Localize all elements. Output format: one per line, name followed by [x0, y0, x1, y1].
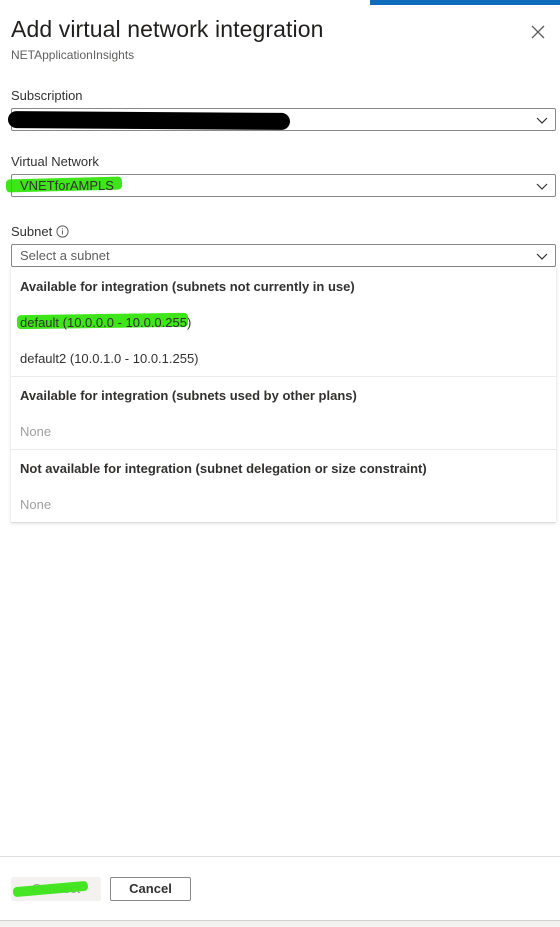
virtual-network-value: VNETforAMPLS — [20, 178, 114, 193]
add-vnet-integration-panel: Add virtual network integration NETAppli… — [0, 0, 560, 927]
info-icon[interactable] — [56, 225, 69, 238]
subnet-dropdown[interactable]: Select a subnet — [11, 244, 556, 267]
chevron-down-icon — [536, 117, 548, 124]
menu-divider — [11, 376, 556, 377]
close-icon — [531, 25, 545, 39]
group-header: Not available for integration (subnet de… — [20, 461, 427, 476]
horizontal-scrollbar[interactable] — [0, 920, 560, 927]
subnet-label: Subnet — [11, 224, 53, 239]
virtual-network-dropdown[interactable]: VNETforAMPLS — [11, 174, 556, 197]
panel-subtitle: NETApplicationInsights — [11, 48, 135, 62]
group-header: Available for integration (subnets used … — [20, 388, 357, 403]
menu-divider — [11, 449, 556, 450]
group-header: Available for integration (subnets not c… — [20, 279, 355, 294]
empty-option: None — [20, 497, 52, 512]
subnet-option-default2[interactable]: default2 (10.0.1.0 - 10.0.1.255) — [20, 351, 199, 366]
portal-top-bar — [370, 0, 560, 5]
redaction-mark — [7, 111, 291, 130]
chevron-down-icon — [536, 183, 548, 190]
virtual-network-label: Virtual Network — [11, 154, 99, 169]
close-button[interactable] — [526, 20, 550, 44]
subnet-option-default[interactable]: default (10.0.0.0 - 10.0.0.255) — [20, 315, 191, 330]
subnet-dropdown-menu: Available for integration (subnets not c… — [11, 267, 556, 522]
panel-title: Add virtual network integration — [11, 16, 324, 42]
footer-divider — [0, 856, 560, 857]
subnet-placeholder: Select a subnet — [20, 248, 110, 263]
cancel-button[interactable]: Cancel — [110, 877, 191, 901]
empty-option: None — [20, 424, 52, 439]
subscription-label: Subscription — [11, 88, 83, 103]
chevron-down-icon — [536, 253, 548, 260]
